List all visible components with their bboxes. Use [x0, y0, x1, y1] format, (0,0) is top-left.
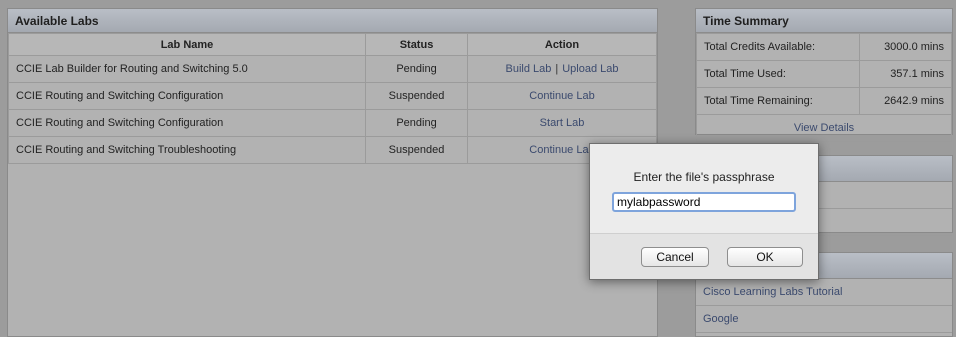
- lab-name-cell: CCIE Routing and Switching Troubleshooti…: [8, 136, 366, 164]
- passphrase-dialog: Enter the file's passphrase Cancel OK: [589, 143, 819, 280]
- labs-table: Lab Name Status Action CCIE Lab Builder …: [8, 33, 657, 164]
- action-cell: Start Lab: [467, 109, 657, 137]
- lab-name-cell: CCIE Lab Builder for Routing and Switchi…: [8, 55, 366, 83]
- build-lab-link[interactable]: Build Lab: [505, 63, 551, 75]
- table-row: View Details: [696, 114, 952, 142]
- start-lab-link[interactable]: Start Lab: [540, 117, 585, 129]
- status-cell: Suspended: [365, 82, 468, 110]
- column-header-status: Status: [365, 33, 468, 56]
- table-row: CCIE Lab Builder for Routing and Switchi…: [8, 55, 657, 83]
- table-row: Total Credits Available: 3000.0 mins: [696, 33, 952, 61]
- view-details-cell: View Details: [696, 114, 952, 142]
- status-cell: Suspended: [365, 136, 468, 164]
- dialog-divider: [590, 233, 818, 234]
- credits-available-label: Total Credits Available:: [696, 33, 860, 61]
- table-row: Total Time Remaining: 2642.9 mins: [696, 87, 952, 115]
- view-details-link[interactable]: View Details: [794, 122, 854, 134]
- column-header-action: Action: [467, 33, 657, 56]
- status-cell: Pending: [365, 55, 468, 83]
- tutorial-link[interactable]: Cisco Learning Labs Tutorial: [696, 279, 952, 306]
- continue-lab-link[interactable]: Continue Lab: [529, 90, 594, 102]
- table-row: CCIE Routing and Switching Troubleshooti…: [8, 136, 657, 164]
- column-header-lab-name: Lab Name: [8, 33, 366, 56]
- action-separator: |: [555, 63, 559, 75]
- dialog-button-bar: Cancel OK: [590, 233, 818, 279]
- action-cell: Build Lab | Upload Lab: [467, 55, 657, 83]
- table-row: Total Time Used: 357.1 mins: [696, 60, 952, 88]
- cancel-button[interactable]: Cancel: [641, 247, 709, 267]
- time-used-value: 357.1 mins: [859, 60, 952, 88]
- time-summary-title: Time Summary: [696, 9, 952, 33]
- status-cell: Pending: [365, 109, 468, 137]
- time-used-label: Total Time Used:: [696, 60, 860, 88]
- dialog-prompt: Enter the file's passphrase: [633, 170, 775, 184]
- time-summary-table: Total Credits Available: 3000.0 mins Tot…: [696, 33, 952, 142]
- google-link[interactable]: Google: [696, 306, 952, 333]
- passphrase-input[interactable]: [612, 192, 796, 212]
- labs-table-header: Lab Name Status Action: [8, 33, 657, 56]
- ok-button[interactable]: OK: [727, 247, 803, 267]
- table-row: CCIE Routing and Switching Configuration…: [8, 82, 657, 110]
- time-remaining-label: Total Time Remaining:: [696, 87, 860, 115]
- lab-name-cell: CCIE Routing and Switching Configuration: [8, 109, 366, 137]
- credits-available-value: 3000.0 mins: [859, 33, 952, 61]
- available-labs-panel: Available Labs Lab Name Status Action CC…: [7, 8, 658, 337]
- time-remaining-value: 2642.9 mins: [859, 87, 952, 115]
- lab-name-cell: CCIE Routing and Switching Configuration: [8, 82, 366, 110]
- continue-lab-link[interactable]: Continue Lab: [529, 144, 594, 156]
- upload-lab-link[interactable]: Upload Lab: [562, 63, 618, 75]
- time-summary-panel: Time Summary Total Credits Available: 30…: [695, 8, 953, 142]
- table-row: CCIE Routing and Switching Configuration…: [8, 109, 657, 137]
- action-cell: Continue Lab: [467, 82, 657, 110]
- available-labs-title: Available Labs: [8, 9, 657, 33]
